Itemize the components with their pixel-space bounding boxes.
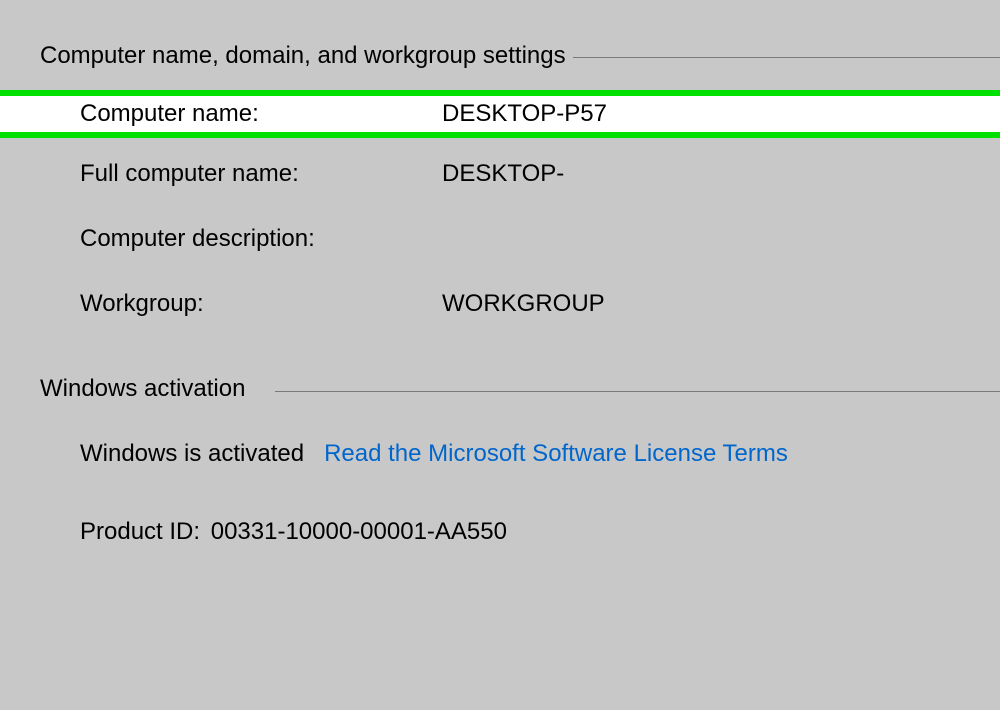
label-computer-name: Computer name: <box>80 100 259 128</box>
divider-line <box>573 57 1000 58</box>
highlighted-row-computer-name: Computer name: DESKTOP-P57 <box>0 90 1000 138</box>
activation-status: Windows is activated <box>80 440 304 468</box>
value-workgroup: WORKGROUP <box>442 290 605 318</box>
license-terms-link[interactable]: Read the Microsoft Software License Term… <box>324 440 788 468</box>
divider-line <box>275 391 1000 392</box>
value-full-computer-name: DESKTOP- <box>442 160 564 188</box>
label-full-computer-name: Full computer name: <box>80 160 299 188</box>
label-product-id: Product ID: <box>80 518 200 545</box>
label-workgroup: Workgroup: <box>80 290 204 318</box>
value-computer-name: DESKTOP-P57 <box>442 100 607 128</box>
section-header-computer: Computer name, domain, and workgroup set… <box>40 42 566 70</box>
value-product-id: 00331-10000-00001-AA550 <box>211 518 507 545</box>
label-computer-description: Computer description: <box>80 225 315 253</box>
section-header-activation: Windows activation <box>40 375 245 403</box>
